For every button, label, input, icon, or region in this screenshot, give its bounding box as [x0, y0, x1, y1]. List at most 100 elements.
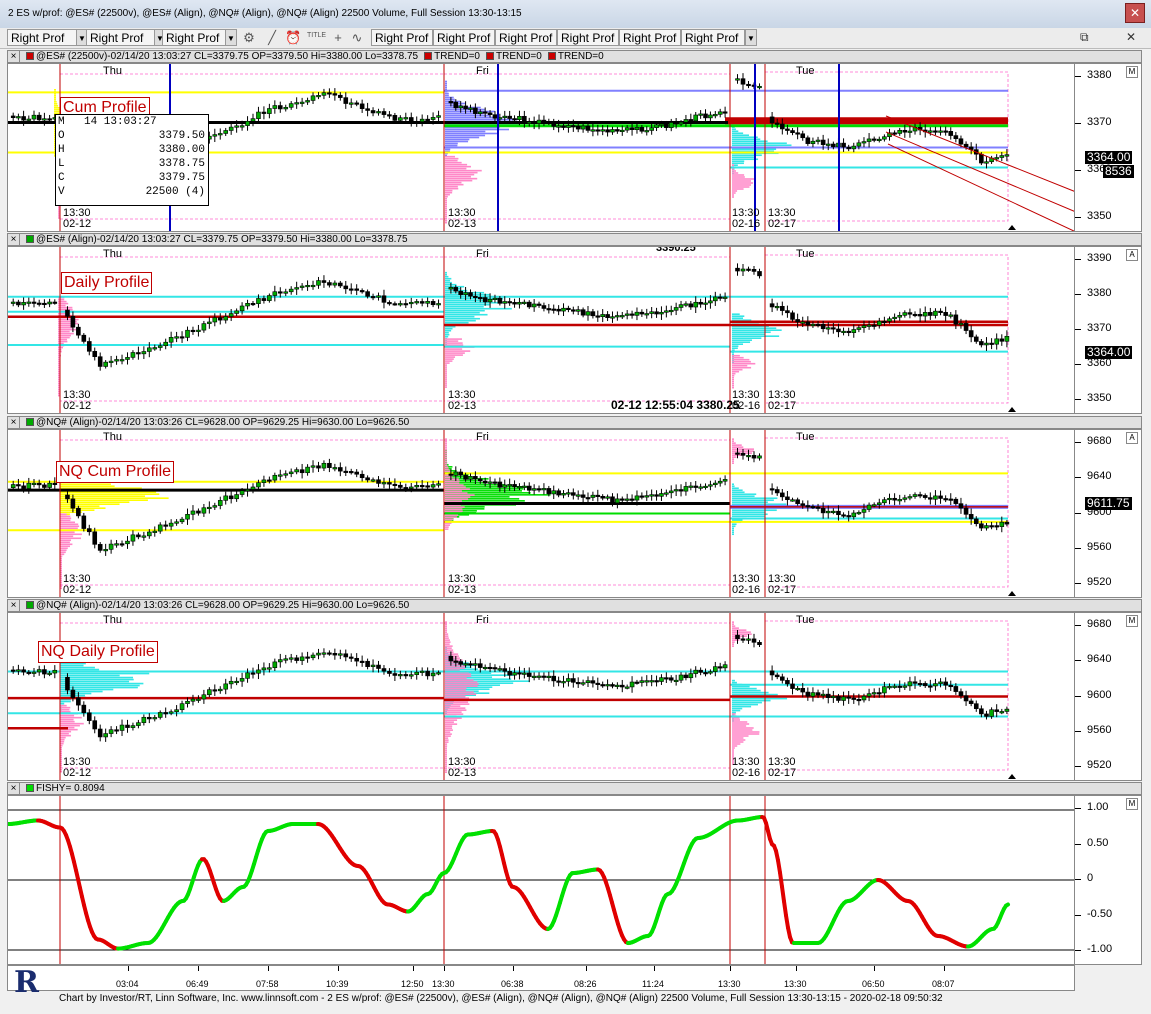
candle: [795, 319, 800, 323]
right-profile-button-2[interactable]: Right Prof: [86, 29, 156, 46]
price-axis-nq-daily[interactable]: M 9680 9640 9600 9560 9520: [1075, 612, 1142, 781]
pane-mode-marker[interactable]: M: [1126, 66, 1138, 78]
close-pane-icon[interactable]: ×: [8, 234, 20, 245]
right-profile-button-5[interactable]: Right Prof: [433, 29, 495, 46]
right-profile-button-3[interactable]: Right Prof: [162, 29, 226, 46]
time-axis-label: 10:39: [326, 979, 349, 989]
volume-profile-bar: [445, 138, 470, 141]
candle: [507, 115, 512, 119]
pane-header-es-daily[interactable]: × @ES# (Align)-02/14/20 13:03:27 CL=3379.…: [7, 233, 1142, 246]
candle: [546, 488, 552, 495]
chart-pane-nq-cum-profile[interactable]: Thu Fri Tue 13:30 13:30 13:30 13:30 02-12 02-13 0…: [7, 429, 1075, 598]
volume-profile-bar: [445, 470, 451, 472]
value-axis-fishy[interactable]: M 1.00 0.50 0 -0.50 -1.00: [1075, 795, 1142, 965]
crosshair-icon[interactable]: +: [330, 30, 346, 46]
candle: [928, 312, 933, 316]
wave-icon[interactable]: ∿: [349, 30, 365, 46]
axis-label: 9560: [1087, 723, 1112, 736]
window-close-button[interactable]: ✕: [1125, 3, 1145, 23]
pane-mode-marker[interactable]: M: [1126, 615, 1138, 627]
volume-profile-bar: [445, 161, 462, 164]
right-profile-button-6[interactable]: Right Prof: [495, 29, 557, 46]
volume-profile-bar: [445, 96, 454, 99]
candle: [477, 297, 483, 300]
pane-mode-marker[interactable]: A: [1126, 432, 1138, 444]
close-pane-icon[interactable]: ×: [8, 783, 20, 794]
volume-profile-bar: [58, 318, 79, 321]
volume-profile-bar: [445, 175, 471, 178]
volume-profile-bar: [732, 625, 736, 627]
draw-line-icon[interactable]: ╱: [264, 30, 280, 46]
close-pane-icon[interactable]: ×: [8, 51, 20, 62]
candle: [649, 311, 654, 314]
end-marker: [1008, 774, 1016, 779]
volume-profile-bar: [60, 668, 100, 671]
volume-profile-bar: [58, 354, 61, 357]
candle: [245, 120, 250, 126]
pane-header-fishy[interactable]: × FISHY= 0.8094: [7, 782, 1142, 795]
title-icon[interactable]: TITLE: [307, 31, 326, 47]
pane-header-es-cum[interactable]: × @ES# (22500v)-02/14/20 13:03:27 CL=3379…: [7, 50, 1142, 63]
candle: [299, 101, 305, 104]
candle: [556, 125, 561, 128]
volume-profile-bar: [58, 322, 79, 325]
volume-profile-bar: [732, 709, 741, 712]
right-profile-button-1[interactable]: Right Prof: [7, 29, 77, 46]
chart-pane-es-daily-profile[interactable]: Thu Fri Tue 13:30 13:30 13:30 13:30 02-12 02-13 0…: [7, 246, 1075, 414]
candle: [425, 485, 430, 488]
right-profile-button-8[interactable]: Right Prof: [619, 29, 681, 46]
pane-header-nq-cum[interactable]: × @NQ# (Align)-02/14/20 13:03:26 CL=9628.…: [7, 416, 1142, 429]
candle: [497, 481, 503, 488]
time-axis[interactable]: 03:04 06:49 07:58 10:39 12:50 13:30 06:38 08:26…: [7, 965, 1075, 991]
price-axis-nq-cum[interactable]: A 9680 9640 9600 9560 9520 9611.75: [1075, 429, 1142, 598]
candle: [740, 638, 746, 641]
candle: [735, 452, 740, 455]
price-axis-es-cum[interactable]: M 3380 3370 3360 3350 3364.00 8536: [1075, 63, 1142, 232]
candle: [487, 298, 493, 303]
fishy-line-segment: [782, 899, 788, 918]
restore-window-icon[interactable]: ⧉: [1080, 30, 1089, 45]
axis-label: 9640: [1087, 470, 1112, 483]
close-pane-icon[interactable]: ×: [8, 417, 20, 428]
candle: [810, 692, 816, 697]
fishy-oscillator-svg: [8, 796, 1074, 964]
pane-header-nq-daily[interactable]: × @NQ# (Align)-02/14/20 13:03:26 CL=9628.…: [7, 599, 1142, 612]
price-axis-es-daily[interactable]: A 3390 3380 3370 3360 3350 3364.00: [1075, 246, 1142, 414]
candle: [984, 713, 989, 717]
volume-profile-bar: [60, 531, 75, 534]
pane-mode-marker[interactable]: M: [1126, 798, 1138, 810]
gear-icon[interactable]: ⚙: [241, 30, 257, 46]
right-profile-button-7[interactable]: Right Prof: [557, 29, 619, 46]
candle: [245, 672, 250, 679]
volume-profile-bar: [60, 533, 82, 536]
candle: [846, 515, 851, 518]
close-chart-icon[interactable]: ✕: [1126, 30, 1136, 44]
volume-profile-bar: [445, 84, 447, 87]
dropdown-arrow-3[interactable]: ▼: [225, 29, 237, 46]
alarm-clock-icon[interactable]: ⏰: [285, 30, 301, 46]
pane-mode-marker[interactable]: A: [1126, 249, 1138, 261]
candle: [497, 297, 503, 304]
right-profile-button-9[interactable]: Right Prof: [681, 29, 745, 46]
right-profile-button-4[interactable]: Right Prof: [371, 29, 433, 46]
info-value: 3379.50: [158, 130, 205, 142]
candle: [283, 658, 289, 661]
time-axis-label: 13:30: [718, 979, 741, 989]
volume-profile-bar: [60, 736, 66, 739]
candle: [261, 667, 267, 671]
candle: [673, 489, 679, 492]
candle: [492, 114, 498, 119]
chart-pane-nq-daily-profile[interactable]: Thu Fri Tue 13:30 13:30 13:30 13:30 02-12 02-13 0…: [7, 612, 1075, 781]
candle: [922, 495, 928, 498]
end-marker: [1008, 591, 1016, 596]
session-date-label: 02-13: [448, 218, 477, 230]
session-date-label: 02-12: [63, 767, 92, 779]
volume-profile-bar: [732, 374, 735, 377]
dropdown-arrow-4[interactable]: ▼: [745, 29, 757, 46]
candle: [190, 329, 196, 333]
axis-tick: [1075, 123, 1081, 124]
close-pane-icon[interactable]: ×: [8, 600, 20, 611]
candle: [316, 465, 321, 469]
chart-pane-fishy-indicator[interactable]: [7, 795, 1075, 965]
day-label: Thu: [103, 614, 122, 626]
